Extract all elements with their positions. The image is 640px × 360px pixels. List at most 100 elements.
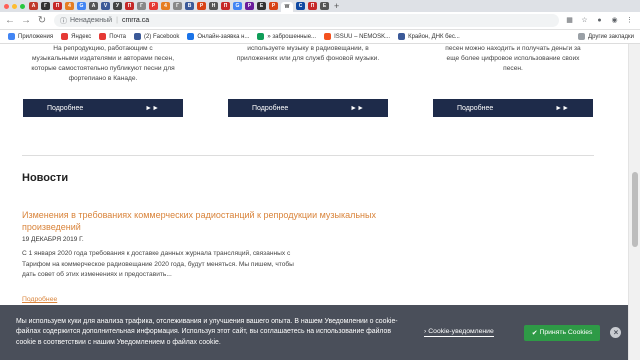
scrollbar-thumb[interactable] <box>632 172 638 247</box>
card-more-button[interactable]: Подробнее ►► <box>23 99 183 117</box>
bookmark-item[interactable]: Приложения <box>8 33 53 40</box>
browser-tab[interactable]: C <box>296 2 305 10</box>
maximize-window-icon[interactable] <box>20 3 25 9</box>
folder-icon <box>578 33 586 40</box>
chevron-right-icon: › <box>424 328 427 335</box>
minimize-window-icon[interactable] <box>12 3 17 9</box>
card-more-label: Подробнее <box>47 104 84 112</box>
bookmark-item[interactable]: Крайон, ДНК бес... <box>398 33 460 40</box>
news-article-title-link[interactable]: Изменения в требованиях коммерческих рад… <box>22 209 382 233</box>
browser-tab[interactable]: Г <box>137 2 146 10</box>
bookmark-label: ISSUU – NEMOSK... <box>334 33 391 40</box>
bookmark-favicon-icon <box>324 33 332 40</box>
news-read-more-label: Подробнее <box>22 296 58 303</box>
bookmark-item[interactable]: Почта <box>99 33 126 40</box>
news-heading: Новости <box>22 172 69 184</box>
close-window-icon[interactable] <box>4 3 9 9</box>
back-icon[interactable]: ← <box>4 15 16 26</box>
browser-tab[interactable]: A <box>89 2 98 10</box>
bookmark-label: Приложения <box>18 33 54 40</box>
browser-tab[interactable]: Н <box>209 2 218 10</box>
double-chevron-right-icon: ►► <box>145 104 159 112</box>
new-tab-icon[interactable]: + <box>334 1 339 11</box>
section-divider <box>22 155 594 156</box>
card-more-button[interactable]: Подробнее ►► <box>433 99 593 117</box>
bookmark-item[interactable]: » заброшенные... <box>257 33 316 40</box>
news-read-more-link[interactable]: Подробнее <box>22 296 57 303</box>
double-chevron-right-icon: ►► <box>555 104 569 112</box>
bookmark-favicon-icon <box>99 33 107 40</box>
browser-tab[interactable]: G <box>233 2 242 10</box>
browser-tab[interactable]: 4 <box>161 2 170 10</box>
browser-tab[interactable]: П <box>221 2 230 10</box>
bookmark-favicon-icon <box>8 33 15 40</box>
cookie-banner-text: Мы используем куки для анализа трафика, … <box>16 317 398 346</box>
bookmark-item[interactable]: Яндекс <box>61 33 91 40</box>
browser-tab[interactable]: Г <box>41 2 50 10</box>
browser-tab[interactable]: 4 <box>65 2 74 10</box>
tab-strip: A Г П 4 G A V У П Г Р 4 Г В Р Н П G P Е Р W C П Е + <box>0 0 640 12</box>
browser-tab[interactable]: Е <box>320 2 329 10</box>
browser-tab[interactable]: У <box>113 2 122 10</box>
bookmark-favicon-icon <box>187 33 195 40</box>
browser-tab[interactable]: P <box>245 2 254 10</box>
star-icon[interactable]: ☆ <box>580 16 589 25</box>
bookmark-favicon-icon <box>257 33 265 40</box>
bookmark-favicon-icon <box>133 33 141 40</box>
bookmark-label: Почта <box>109 33 126 40</box>
browser-tab[interactable]: V <box>101 2 110 10</box>
address-bar-row: ← → ↻ ⓘ Ненадежный | cmrra.ca ▦ ☆ ● ◉ ⋮ <box>0 12 640 30</box>
bookmark-favicon-icon <box>398 33 406 40</box>
url-field[interactable]: ⓘ Ненадежный | cmrra.ca <box>54 14 559 27</box>
browser-tab[interactable]: П <box>53 2 62 10</box>
accept-cookies-label: Принять Cookies <box>539 329 593 336</box>
profile-icon[interactable]: ◉ <box>610 16 619 25</box>
browser-tab[interactable]: A <box>29 2 38 10</box>
card-more-label: Подробнее <box>252 104 289 112</box>
extension-icon[interactable]: ● <box>595 16 604 25</box>
check-icon: ✔ <box>531 329 538 337</box>
browser-tab[interactable]: Р <box>269 2 278 10</box>
card-text: На репродукцию, работающим с музыкальным… <box>31 45 175 82</box>
bookmark-item[interactable]: ISSUU – NEMOSK... <box>324 33 390 40</box>
other-bookmarks-label: Другие закладки <box>588 33 634 40</box>
card-more-label: Подробнее <box>457 104 494 112</box>
browser-tab[interactable]: Р <box>197 2 206 10</box>
bookmark-label: Онлайн-заявка н... <box>197 33 250 40</box>
bookmarks-bar: Приложения Яндекс Почта (2) Facebook Онлайн-… <box>0 30 640 44</box>
menu-icon[interactable]: ⋮ <box>625 16 634 25</box>
browser-tab[interactable]: П <box>308 2 317 10</box>
other-bookmarks[interactable]: Другие закладки <box>578 33 634 40</box>
bookmark-label: Яндекс <box>71 33 92 40</box>
browser-tab[interactable]: W <box>281 2 293 12</box>
page-scrollbar[interactable] <box>628 44 640 360</box>
browser-tab[interactable]: П <box>125 2 134 10</box>
browser-tab[interactable]: Р <box>149 2 158 10</box>
news-article-excerpt: С 1 января 2020 года требования к достав… <box>22 250 294 278</box>
service-card-3: песен можно находить и получать деньги з… <box>433 44 593 117</box>
double-chevron-right-icon: ►► <box>350 104 364 112</box>
card-more-button[interactable]: Подробнее ►► <box>228 99 388 117</box>
bookmark-item[interactable]: (2) Facebook <box>133 33 180 40</box>
cookie-notice-label: Cookie-уведомление <box>428 328 494 335</box>
bookmark-label: (2) Facebook <box>143 33 180 40</box>
url-host: cmrra.ca <box>121 17 150 24</box>
bookmark-item[interactable]: Онлайн-заявка н... <box>187 33 249 40</box>
browser-tab[interactable]: Г <box>173 2 182 10</box>
browser-tab[interactable]: Е <box>257 2 266 10</box>
info-icon[interactable]: ⓘ <box>60 16 67 26</box>
browser-tab[interactable]: В <box>185 2 194 10</box>
window-controls <box>0 3 29 9</box>
reload-icon[interactable]: ↻ <box>36 15 48 26</box>
close-icon[interactable]: × <box>610 327 622 338</box>
forward-icon[interactable]: → <box>20 15 32 26</box>
url-security-label: Ненадежный <box>70 17 113 24</box>
browser-tab[interactable]: G <box>77 2 86 10</box>
service-card-1: На репродукцию, работающим с музыкальным… <box>23 44 183 117</box>
translate-icon[interactable]: ▦ <box>565 16 574 25</box>
accept-cookies-button[interactable]: ✔ Принять Cookies <box>523 324 601 341</box>
service-card-2: используете музыку в радиовещании, в при… <box>228 44 388 117</box>
bookmark-label: Крайон, ДНК бес... <box>408 33 460 40</box>
bookmark-favicon-icon <box>61 33 69 40</box>
cookie-notice-link[interactable]: › Cookie-уведомление <box>424 328 494 337</box>
